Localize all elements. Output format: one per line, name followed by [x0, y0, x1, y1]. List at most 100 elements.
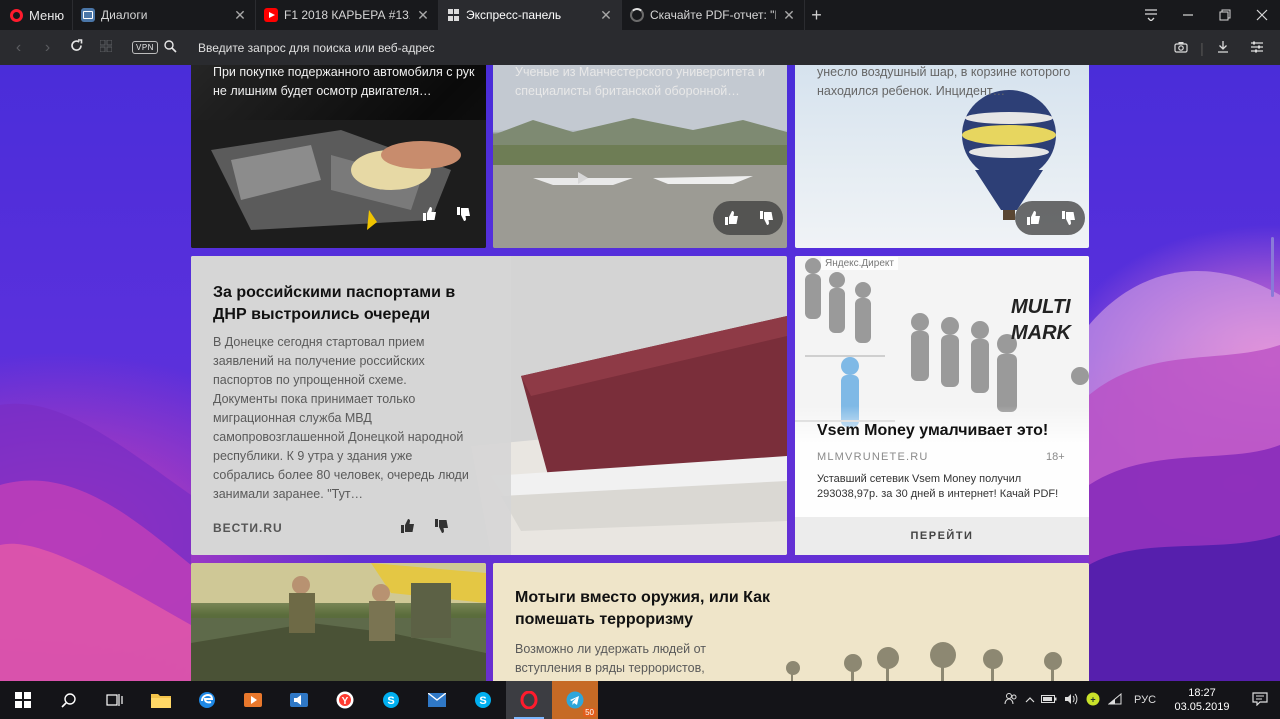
new-tab-button[interactable]: + — [804, 0, 828, 30]
wifi-icon[interactable] — [1104, 692, 1126, 708]
address-bar: ‹ › VPN Введите запрос для поиска или ве… — [0, 30, 1280, 65]
ad-text: Уставший сетевик Vsem Money получил 2930… — [817, 473, 1059, 500]
edge-icon[interactable] — [184, 681, 230, 719]
chevron-up-icon[interactable] — [1022, 693, 1038, 707]
loading-icon — [630, 8, 644, 22]
ad-image-text: MULTI MARK — [1011, 296, 1071, 344]
military-photo — [191, 563, 486, 681]
speed-dial-grid-icon[interactable] — [91, 39, 120, 57]
search-icon — [164, 39, 180, 56]
close-window-button[interactable] — [1243, 0, 1280, 30]
tab-strip: Меню Диалоги ✕ F1 2018 КАРЬЕРА #131 - Н … — [0, 0, 1280, 30]
restore-button[interactable] — [1206, 0, 1243, 30]
download-icon[interactable] — [1206, 40, 1240, 56]
tab-f1-video[interactable]: F1 2018 КАРЬЕРА #131 - Н ✕ — [255, 0, 438, 30]
youtube-icon — [264, 8, 278, 22]
news-card-balloon[interactable]: унесло воздушный шар, в корзине которого… — [795, 65, 1089, 248]
camera-icon[interactable] — [1164, 40, 1198, 56]
back-button[interactable]: ‹ — [4, 39, 33, 57]
news-card-passports[interactable]: За российскими паспортами в ДНР выстроил… — [191, 256, 787, 555]
speed-dial-page: При покупке подержанного автомобиля с ру… — [0, 65, 1280, 681]
skype-icon[interactable]: S — [368, 681, 414, 719]
tab-dialogs[interactable]: Диалоги ✕ — [72, 0, 255, 30]
thumbs-up-icon[interactable] — [399, 518, 415, 534]
system-tray: + РУС 18:27 03.05.2019 — [1000, 681, 1280, 719]
scrollbar-thumb[interactable] — [1271, 237, 1274, 297]
tab-title: Экспресс-панель — [466, 8, 562, 22]
svg-text:+: + — [1090, 694, 1095, 704]
thumbs-down-icon[interactable] — [758, 210, 774, 226]
ad-domain[interactable]: MLMVRUNETE.RU — [817, 451, 929, 463]
ad-go-button[interactable]: ПЕРЕЙТИ — [795, 517, 1089, 555]
language-indicator[interactable]: РУС — [1126, 694, 1164, 706]
news-card-car[interactable]: При покупке подержанного автомобиля с ру… — [191, 65, 486, 248]
close-icon[interactable]: ✕ — [416, 7, 430, 24]
card-description: Возможно ли удержать людей от вступления… — [515, 642, 707, 675]
news-card-terrorism[interactable]: Мотыги вместо оружия, или Как помешать т… — [493, 563, 1089, 681]
opera-logo-icon — [10, 8, 23, 22]
svg-text:Y: Y — [342, 696, 349, 707]
thumbs-up-icon[interactable] — [421, 206, 437, 222]
notifications-icon[interactable] — [1240, 691, 1280, 709]
svg-text:S: S — [387, 695, 394, 707]
close-icon[interactable]: ✕ — [599, 7, 613, 24]
forward-button[interactable]: › — [33, 39, 62, 57]
minimize-button[interactable] — [1169, 0, 1206, 30]
vote-buttons — [421, 206, 471, 222]
clock-date: 03.05.2019 — [1174, 701, 1230, 713]
close-icon[interactable]: ✕ — [233, 7, 247, 24]
antivirus-icon[interactable]: + — [1082, 692, 1104, 709]
tab-pdf-report[interactable]: Скачайте PDF-отчет: "Как ✕ — [621, 0, 804, 30]
task-view-icon[interactable] — [92, 681, 138, 719]
clock-time: 18:27 — [1188, 687, 1216, 699]
people-icon[interactable] — [1000, 692, 1022, 709]
card-description: При покупке подержанного автомобиля с ру… — [213, 65, 475, 98]
easy-setup-icon[interactable] — [1240, 40, 1274, 56]
svg-text:S: S — [479, 695, 486, 707]
tab-title: Диалоги — [101, 8, 148, 22]
close-icon[interactable]: ✕ — [782, 7, 796, 24]
file-explorer-icon[interactable] — [138, 681, 184, 719]
telegram-icon[interactable]: 50 — [552, 681, 598, 719]
news-card-military[interactable] — [191, 563, 486, 681]
telegram-badge: 50 — [583, 708, 596, 717]
vote-buttons — [713, 201, 783, 235]
address-input[interactable]: Введите запрос для поиска или веб-адрес — [198, 41, 435, 55]
system-clock[interactable]: 18:27 03.05.2019 — [1164, 686, 1240, 714]
card-description: Ученые из Манчестерского университета и … — [515, 65, 765, 98]
speed-dial-icon — [447, 9, 460, 22]
card-title: За российскими паспортами в ДНР выстроил… — [213, 284, 456, 323]
mail-icon[interactable] — [414, 681, 460, 719]
yandex-browser-icon[interactable]: Y — [322, 681, 368, 719]
battery-icon[interactable] — [1038, 693, 1060, 707]
ad-title[interactable]: Vsem Money умалчивает это! — [817, 422, 1048, 440]
reload-button[interactable] — [62, 38, 91, 57]
vpn-badge[interactable]: VPN — [132, 41, 158, 54]
thumbs-up-icon[interactable] — [723, 210, 739, 226]
speaker-app-icon[interactable] — [276, 681, 322, 719]
start-button[interactable] — [0, 681, 46, 719]
thumbs-down-icon[interactable] — [1060, 210, 1076, 226]
tab-speed-dial[interactable]: Экспресс-панель ✕ — [438, 0, 621, 30]
windows-taskbar: Y S S 50 + РУС 18:27 03.05.2019 — [0, 681, 1280, 719]
news-card-drones[interactable]: Ученые из Манчестерского университета и … — [493, 65, 787, 248]
opera-menu-button[interactable]: Меню — [0, 0, 72, 30]
ad-card[interactable]: MULTI MARK — [795, 256, 1089, 555]
thumbs-up-icon[interactable] — [1025, 210, 1041, 226]
vote-buttons — [399, 518, 449, 534]
menu-label: Меню — [29, 7, 65, 23]
opera-taskbar-icon[interactable] — [506, 681, 552, 719]
thumbs-down-icon[interactable] — [455, 206, 471, 222]
card-source[interactable]: ВЕСТИ.RU — [213, 521, 283, 535]
tab-menu-icon[interactable] — [1132, 0, 1169, 30]
card-title: Мотыги вместо оружия, или Как помешать т… — [515, 589, 771, 628]
vote-buttons — [1015, 201, 1085, 235]
window-controls — [1132, 0, 1280, 30]
skype-icon-2[interactable]: S — [460, 681, 506, 719]
vk-icon — [81, 8, 95, 22]
tab-title: F1 2018 КАРЬЕРА #131 - Н — [284, 8, 410, 22]
search-icon[interactable] — [46, 681, 92, 719]
thumbs-down-icon[interactable] — [433, 518, 449, 534]
media-player-icon[interactable] — [230, 681, 276, 719]
volume-icon[interactable] — [1060, 693, 1082, 708]
